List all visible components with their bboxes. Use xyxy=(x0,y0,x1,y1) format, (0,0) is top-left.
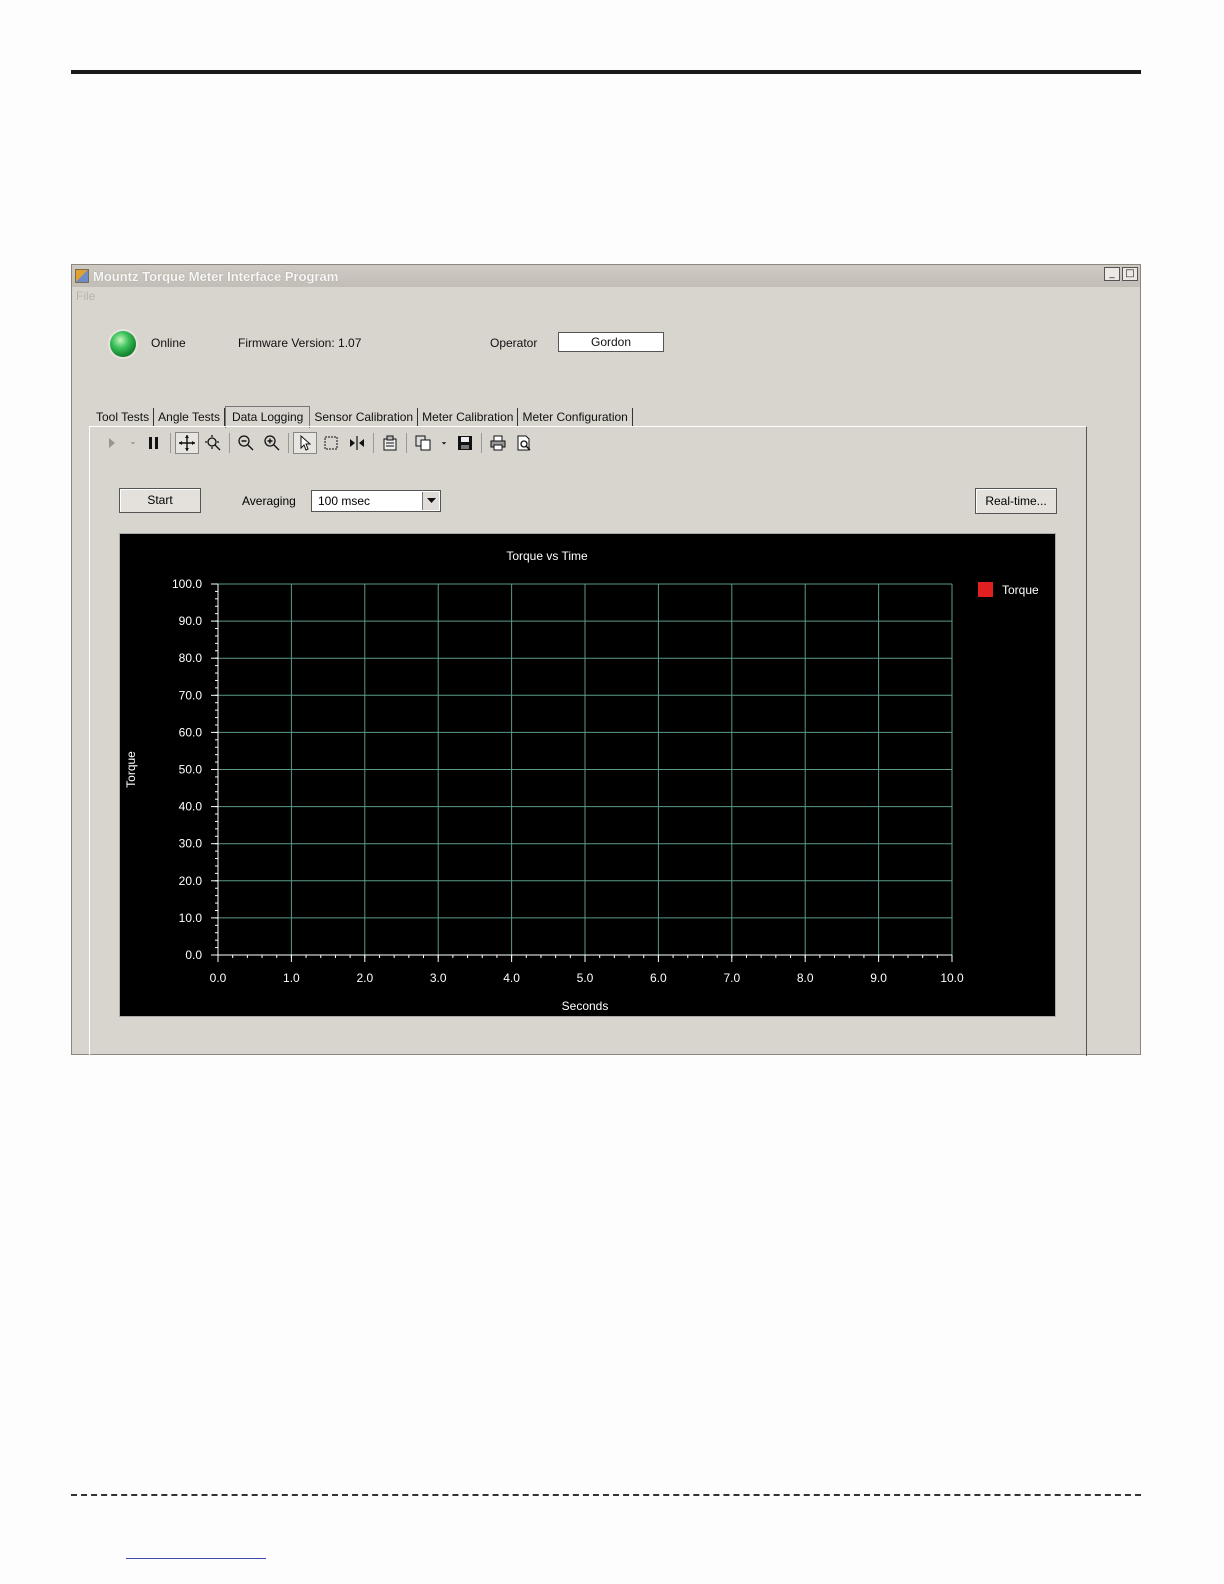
footer-link-underline xyxy=(126,1558,266,1559)
x-tick-label: 2.0 xyxy=(356,971,373,985)
dropdown-icon[interactable] xyxy=(126,432,140,454)
torque-chart: 0.0 10.0 20.0 30.0 40.0 50.0 60.0 70.0 80.0 90.0 1… xyxy=(119,533,1056,1017)
legend-label: Torque xyxy=(1002,583,1039,597)
print-preview-icon[interactable] xyxy=(512,432,536,454)
menu-file[interactable]: File xyxy=(76,289,95,303)
app-icon xyxy=(75,269,89,283)
y-tick-label: 100.0 xyxy=(172,577,202,591)
zoom-out-icon[interactable] xyxy=(234,432,258,454)
legend-swatch xyxy=(978,582,993,597)
tab-meter-configuration[interactable]: Meter Configuration xyxy=(518,408,633,427)
status-row: Online Firmware Version: 1.07 Operator G… xyxy=(72,329,1140,359)
y-axis-label: Torque xyxy=(124,751,138,788)
x-tick-label: 7.0 xyxy=(723,971,740,985)
x-axis-label: Seconds xyxy=(562,999,609,1013)
window-title: Mountz Torque Meter Interface Program xyxy=(93,268,339,284)
cursor-measure-icon[interactable] xyxy=(345,432,369,454)
online-label: Online xyxy=(151,336,186,350)
select-cursor-icon[interactable] xyxy=(293,432,317,454)
tab-sensor-calibration[interactable]: Sensor Calibration xyxy=(310,408,419,427)
y-tick-label: 60.0 xyxy=(179,725,203,739)
averaging-value: 100 msec xyxy=(318,494,371,508)
x-tick-label: 10.0 xyxy=(940,971,964,985)
averaging-label: Averaging xyxy=(242,494,296,508)
page-bottom-rule xyxy=(71,1494,1141,1496)
dropdown-icon[interactable] xyxy=(437,432,451,454)
tab-data-logging[interactable]: Data Logging xyxy=(224,406,311,428)
x-tick-label: 8.0 xyxy=(797,971,814,985)
chevron-down-icon[interactable] xyxy=(422,492,439,510)
app-window: Mountz Torque Meter Interface Program _ … xyxy=(71,264,1141,1056)
zoom-extent-icon[interactable] xyxy=(201,432,225,454)
y-tick-label: 20.0 xyxy=(179,874,203,888)
menu-bar: File xyxy=(72,287,1140,305)
tab-angle-tests[interactable]: Angle Tests xyxy=(154,408,225,427)
operator-field[interactable]: Gordon xyxy=(558,332,664,352)
y-tick-label: 0.0 xyxy=(185,948,202,962)
minimize-button[interactable]: _ xyxy=(1104,267,1120,281)
zoom-box-icon[interactable] xyxy=(319,432,343,454)
averaging-select[interactable]: 100 msec xyxy=(311,490,441,512)
x-tick-label: 6.0 xyxy=(650,971,667,985)
y-tick-label: 40.0 xyxy=(179,800,203,814)
x-tick-label: 5.0 xyxy=(577,971,594,985)
properties-icon[interactable] xyxy=(378,432,402,454)
y-tick-label: 90.0 xyxy=(179,614,203,628)
operator-label: Operator xyxy=(490,336,538,350)
chart-toolbar xyxy=(100,431,536,455)
print-icon[interactable] xyxy=(486,432,510,454)
realtime-button[interactable]: Real-time... xyxy=(975,488,1057,514)
x-tick-label: 4.0 xyxy=(503,971,520,985)
pause-icon[interactable] xyxy=(142,432,166,454)
start-button[interactable]: Start xyxy=(119,488,201,513)
maximize-button[interactable]: □ xyxy=(1122,267,1138,281)
pan-icon[interactable] xyxy=(175,432,199,454)
play-icon[interactable] xyxy=(100,432,124,454)
tab-tool-tests[interactable]: Tool Tests xyxy=(92,408,155,427)
chart-title: Torque vs Time xyxy=(506,549,588,563)
zoom-in-icon[interactable] xyxy=(260,432,284,454)
y-tick-label: 30.0 xyxy=(179,837,203,851)
y-tick-label: 50.0 xyxy=(179,763,203,777)
x-tick-label: 9.0 xyxy=(870,971,887,985)
online-status-led-icon xyxy=(110,331,136,357)
x-tick-label: 1.0 xyxy=(283,971,300,985)
y-tick-label: 10.0 xyxy=(179,911,203,925)
x-tick-label: 3.0 xyxy=(430,971,447,985)
save-icon[interactable] xyxy=(453,432,477,454)
y-tick-label: 80.0 xyxy=(179,651,203,665)
tab-strip: Tool Tests Angle Tests Data Logging Sens… xyxy=(92,405,633,428)
firmware-version: Firmware Version: 1.07 xyxy=(238,336,362,350)
copy-icon[interactable] xyxy=(411,432,435,454)
chart-svg: 0.0 10.0 20.0 30.0 40.0 50.0 60.0 70.0 80.0 90.0 1… xyxy=(124,549,1039,1013)
data-logging-panel: Start Averaging 100 msec Real-time... 0.… xyxy=(89,426,1087,1056)
tab-meter-calibration[interactable]: Meter Calibration xyxy=(418,408,519,427)
y-tick-label: 70.0 xyxy=(179,688,203,702)
page-top-rule xyxy=(71,70,1141,74)
x-tick-label: 0.0 xyxy=(210,971,227,985)
title-bar[interactable]: Mountz Torque Meter Interface Program _ … xyxy=(72,265,1140,287)
